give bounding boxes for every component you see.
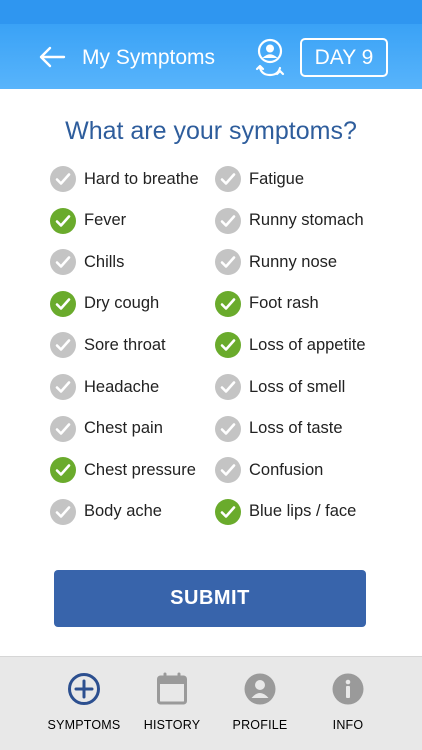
checkmark-icon — [50, 207, 76, 234]
symptom-item[interactable]: Chills — [50, 248, 124, 276]
submit-button[interactable]: SUBMIT — [54, 570, 366, 627]
symptom-item[interactable]: Chest pain — [50, 415, 163, 443]
checkmark-icon — [50, 290, 76, 317]
symptom-item[interactable]: Hard to breathe — [50, 165, 199, 193]
symptom-item[interactable]: Confusion — [215, 456, 323, 484]
tab-label: SYMPTOMS — [47, 718, 121, 732]
symptom-item[interactable]: Body ache — [50, 498, 162, 526]
checkmark-icon — [50, 457, 76, 484]
calendar-icon — [154, 671, 190, 707]
symptom-label: Loss of smell — [249, 377, 346, 396]
tab-history[interactable]: HISTORY — [128, 671, 216, 737]
symptom-item[interactable]: Fever — [50, 207, 126, 235]
checkmark-icon — [50, 249, 76, 276]
app-header: My Symptoms DAY 9 — [0, 24, 422, 89]
symptom-item[interactable]: Headache — [50, 373, 159, 401]
checkmark-icon — [50, 166, 76, 192]
symptom-item[interactable]: Foot rash — [215, 290, 319, 318]
symptom-item[interactable]: Loss of smell — [215, 373, 345, 401]
symptom-label: Fever — [84, 211, 127, 230]
symptom-item[interactable]: Loss of appetite — [215, 331, 366, 359]
back-button[interactable] — [36, 41, 68, 73]
checkmark-icon — [215, 415, 241, 442]
day-badge[interactable]: DAY 9 — [300, 38, 388, 77]
symptom-item[interactable]: Blue lips / face — [215, 498, 356, 526]
symptom-label: Loss of appetite — [249, 335, 366, 354]
checkmark-icon — [50, 415, 76, 442]
symptom-label: Hard to breathe — [84, 169, 199, 188]
symptom-label: Fatigue — [249, 169, 305, 188]
person-icon — [242, 671, 278, 707]
symptom-label: Loss of taste — [249, 419, 343, 438]
bottom-tab-bar: SYMPTOMS HISTORY PROFILE INFO — [0, 656, 422, 750]
tab-symptoms[interactable]: SYMPTOMS — [40, 671, 128, 737]
symptom-label: Chest pressure — [84, 460, 196, 479]
symptom-item[interactable]: Loss of taste — [215, 415, 343, 443]
tab-profile[interactable]: PROFILE — [216, 671, 304, 737]
symptom-label: Blue lips / face — [249, 502, 357, 521]
tab-label: HISTORY — [143, 718, 201, 732]
plus-circle-icon — [66, 671, 102, 707]
symptom-label: Headache — [84, 377, 160, 396]
checkmark-icon — [215, 166, 241, 192]
checkmark-icon — [215, 498, 241, 525]
symptom-label: Confusion — [249, 460, 324, 479]
checkmark-icon — [215, 374, 241, 400]
checkmark-icon — [215, 457, 241, 484]
checkmark-icon — [50, 332, 76, 359]
user-switch-icon — [255, 38, 285, 77]
arrow-left-icon — [39, 46, 66, 68]
symptom-label: Runny stomach — [249, 211, 364, 230]
tab-label: PROFILE — [232, 718, 288, 732]
switch-user-button[interactable] — [252, 38, 288, 78]
page-title: My Symptoms — [82, 46, 216, 69]
symptom-item[interactable]: Runny nose — [215, 248, 337, 276]
symptom-label: Dry cough — [84, 294, 160, 313]
symptom-item[interactable]: Dry cough — [50, 290, 159, 318]
checkmark-icon — [50, 374, 76, 400]
symptom-label: Chest pain — [84, 419, 163, 438]
checkmark-icon — [215, 332, 241, 359]
info-icon — [330, 671, 366, 707]
symptom-label: Foot rash — [249, 294, 319, 313]
symptom-item[interactable]: Chest pressure — [50, 456, 196, 484]
symptom-label: Runny nose — [249, 252, 338, 271]
status-bar — [0, 0, 422, 24]
symptoms-question: What are your symptoms? — [65, 117, 357, 145]
checkmark-icon — [215, 249, 241, 276]
tab-label: INFO — [332, 718, 364, 732]
checkmark-icon — [50, 498, 76, 525]
symptom-item[interactable]: Sore throat — [50, 331, 166, 359]
checkmark-icon — [215, 290, 241, 317]
symptom-item[interactable]: Runny stomach — [215, 207, 364, 235]
symptom-item[interactable]: Fatigue — [215, 165, 304, 193]
tab-info[interactable]: INFO — [304, 671, 392, 737]
checkmark-icon — [215, 207, 241, 234]
symptom-label: Body ache — [84, 502, 162, 521]
symptom-label: Sore throat — [84, 335, 166, 354]
symptom-label: Chills — [84, 252, 125, 271]
